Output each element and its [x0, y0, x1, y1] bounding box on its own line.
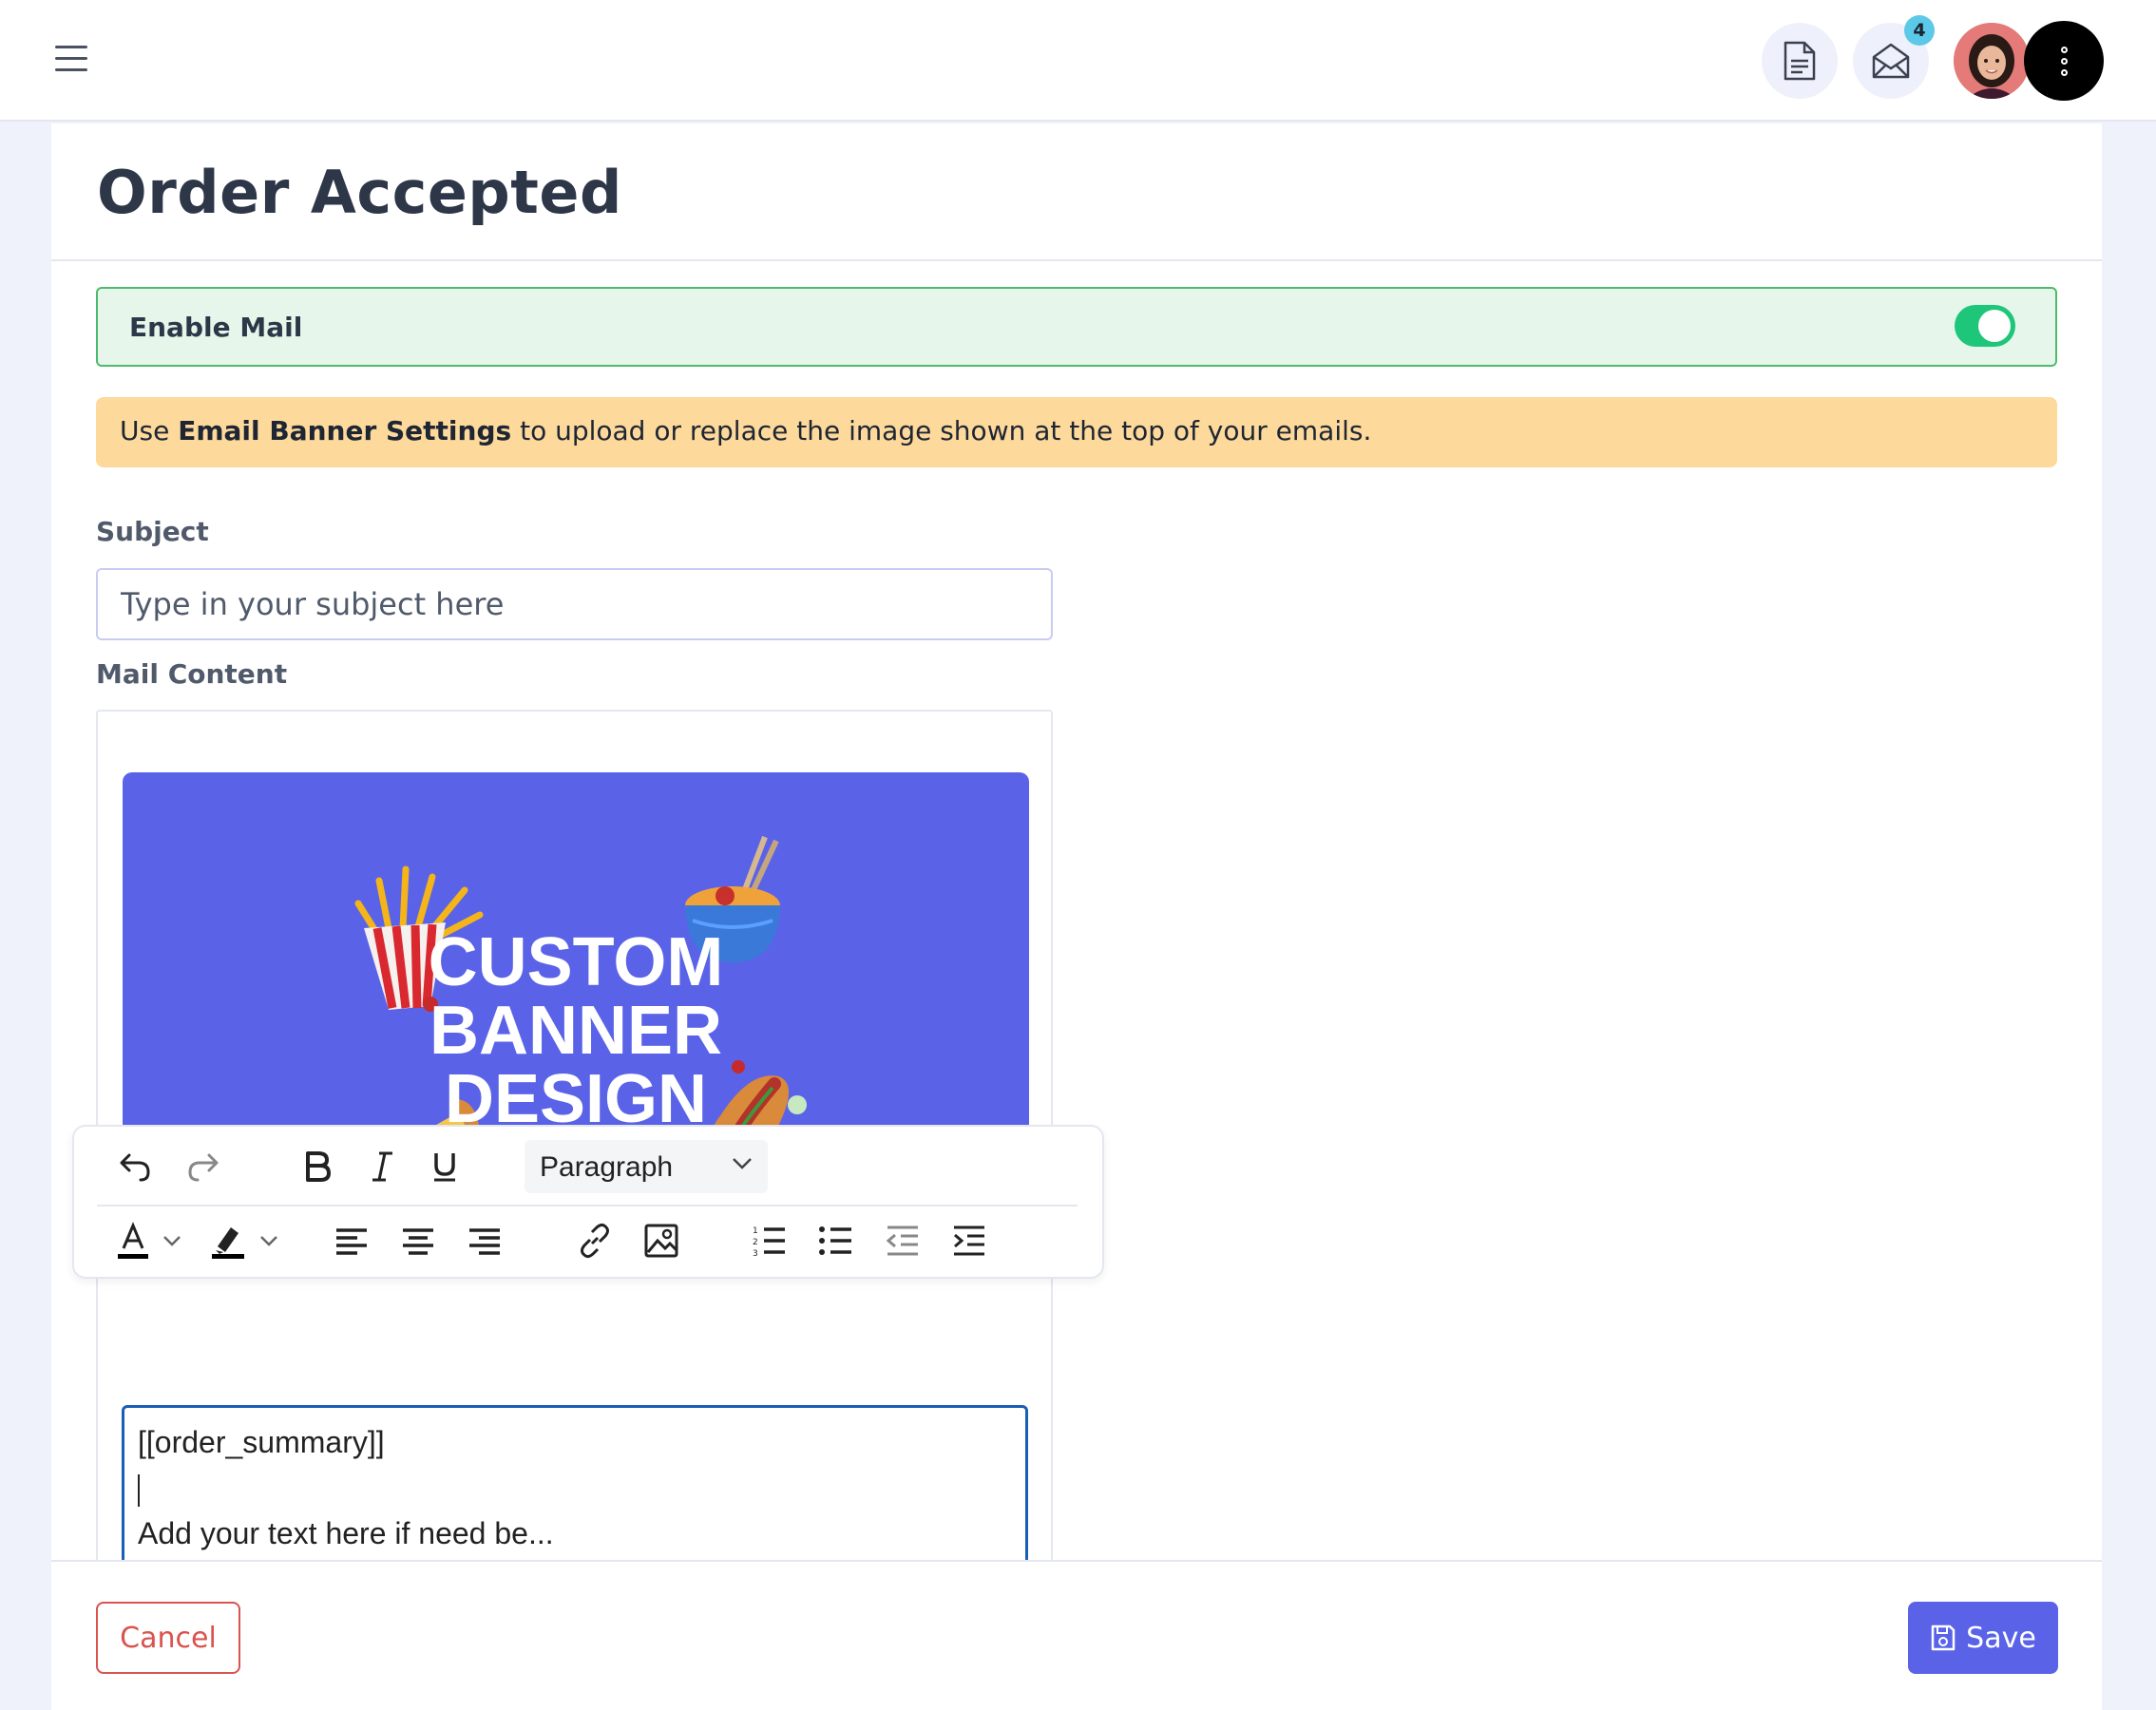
- font-color-dropdown[interactable]: [156, 1216, 188, 1265]
- avatar[interactable]: [1954, 23, 2030, 99]
- italic-icon: [372, 1151, 392, 1182]
- align-center-button[interactable]: [393, 1216, 443, 1265]
- more-options-button[interactable]: [2024, 21, 2104, 101]
- document-icon: [1784, 41, 1816, 81]
- body-line-3: Add your text here if need be...: [138, 1516, 554, 1550]
- indent-icon: [954, 1226, 984, 1256]
- cancel-label: Cancel: [120, 1621, 217, 1655]
- banner-line-3: DESIGN: [444, 1061, 708, 1137]
- banner-line-2: BANNER: [429, 993, 722, 1069]
- font-color-button[interactable]: [108, 1216, 158, 1265]
- form-footer: Cancel Save: [51, 1560, 2102, 1710]
- align-right-icon: [469, 1228, 500, 1255]
- cancel-button[interactable]: Cancel: [96, 1602, 240, 1674]
- bold-icon: [306, 1151, 331, 1182]
- bullet-list-button[interactable]: [811, 1216, 861, 1265]
- chevron-down-icon: [163, 1236, 181, 1246]
- undo-icon: [120, 1153, 150, 1182]
- chevron-down-icon: [260, 1236, 277, 1246]
- mail-count-badge: 4: [1904, 15, 1935, 46]
- card-header: Order Accepted: [51, 124, 2102, 261]
- bold-button[interactable]: [293, 1142, 342, 1191]
- enable-mail-row: Enable Mail: [96, 287, 2057, 367]
- paragraph-style-value: Paragraph: [540, 1151, 674, 1183]
- redo-icon: [188, 1153, 219, 1182]
- align-right-button[interactable]: [460, 1216, 509, 1265]
- align-left-button[interactable]: [327, 1216, 376, 1265]
- italic-button[interactable]: [357, 1142, 407, 1191]
- documents-button[interactable]: [1762, 23, 1838, 99]
- indent-button[interactable]: [944, 1216, 994, 1265]
- vertical-dots-icon: [2060, 46, 2068, 53]
- banner-settings-notice: Use Email Banner Settings to upload or r…: [96, 397, 2057, 467]
- save-button[interactable]: Save: [1908, 1602, 2058, 1674]
- svg-text:2: 2: [753, 1238, 758, 1247]
- insert-image-button[interactable]: [637, 1216, 686, 1265]
- chevron-down-icon: [733, 1158, 752, 1169]
- undo-button[interactable]: [110, 1142, 160, 1191]
- banner-line-1: CUSTOM: [428, 924, 724, 1000]
- svg-text:3: 3: [753, 1249, 758, 1257]
- toolbar-divider: [97, 1205, 1078, 1206]
- subject-label: Subject: [96, 516, 209, 547]
- envelope-open-icon: [1872, 43, 1910, 79]
- mail-content-label: Mail Content: [96, 658, 288, 690]
- outdent-button[interactable]: [878, 1216, 927, 1265]
- subject-input[interactable]: [96, 568, 1053, 640]
- paragraph-style-select[interactable]: Paragraph: [525, 1140, 768, 1193]
- highlight-button[interactable]: [203, 1216, 253, 1265]
- top-bar: 4: [0, 0, 2156, 122]
- floppy-disk-icon: [1931, 1624, 1956, 1651]
- svg-text:1: 1: [753, 1226, 758, 1236]
- email-banner-settings-link[interactable]: Email Banner Settings: [178, 415, 511, 446]
- text-caret: [138, 1473, 140, 1507]
- outdent-icon: [886, 1226, 918, 1256]
- highlight-icon: [212, 1227, 244, 1259]
- underline-icon: [434, 1153, 455, 1182]
- page-title: Order Accepted: [97, 158, 622, 227]
- notice-suffix: to upload or replace the image shown at …: [511, 415, 1372, 446]
- link-icon: [581, 1223, 609, 1259]
- numbered-list-button[interactable]: 1 2 3: [745, 1216, 794, 1265]
- underline-button[interactable]: [420, 1142, 469, 1191]
- redo-button[interactable]: [179, 1142, 228, 1191]
- image-icon: [644, 1224, 678, 1258]
- enable-mail-toggle[interactable]: [1955, 305, 2015, 347]
- hamburger-icon[interactable]: [55, 46, 87, 74]
- body-line-cursor: [138, 1465, 1012, 1510]
- body-line-1: [[order_summary]]: [138, 1425, 385, 1459]
- enable-mail-label: Enable Mail: [129, 312, 303, 343]
- numbered-list-icon: 1 2 3: [753, 1226, 785, 1257]
- bullet-list-icon: [819, 1226, 851, 1255]
- font-color-icon: [118, 1222, 148, 1259]
- rich-text-toolbar: Paragraph 1 2 3: [72, 1125, 1104, 1279]
- highlight-dropdown[interactable]: [253, 1216, 285, 1265]
- mail-body-text-area[interactable]: [[order_summary]] Add your text here if …: [122, 1405, 1028, 1576]
- align-center-icon: [403, 1228, 433, 1255]
- align-left-icon: [336, 1228, 367, 1255]
- toggle-knob: [1978, 310, 2011, 342]
- mail-button[interactable]: 4: [1853, 15, 1935, 99]
- notice-prefix: Use: [120, 415, 179, 446]
- save-label: Save: [1966, 1621, 2036, 1655]
- insert-link-button[interactable]: [570, 1216, 620, 1265]
